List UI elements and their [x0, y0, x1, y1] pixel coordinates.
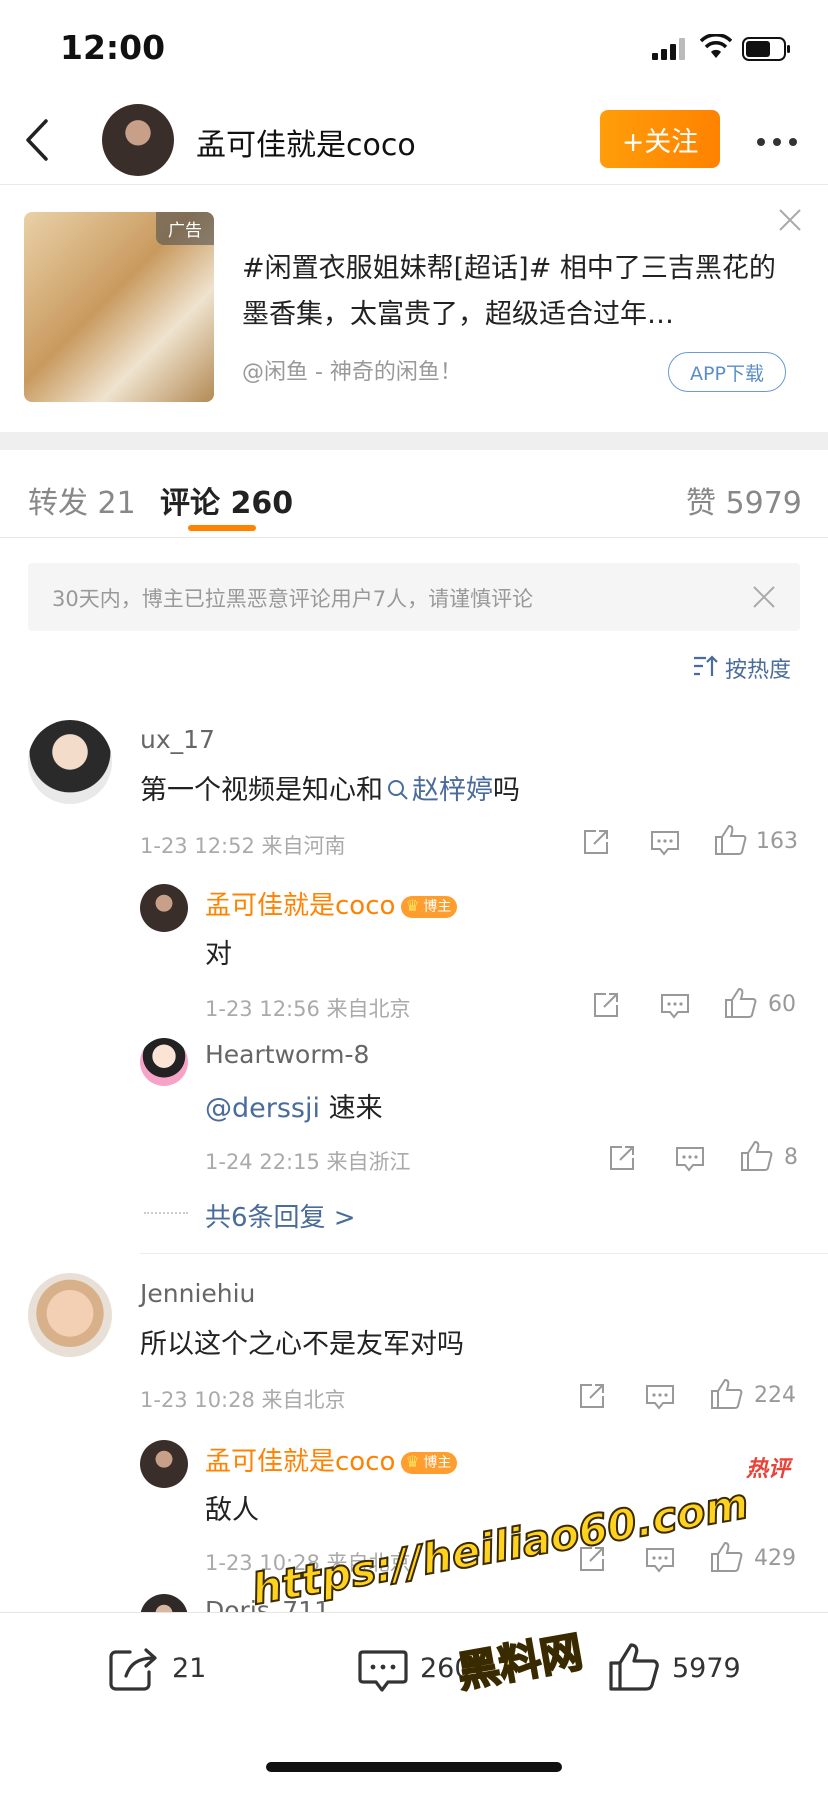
- close-notice-icon[interactable]: [752, 585, 776, 609]
- ad-tag: 广告: [156, 212, 214, 245]
- share-icon[interactable]: [582, 828, 610, 856]
- comment-text-part: 第一个视频是知心和: [140, 775, 383, 806]
- comment-username[interactable]: Jenniehiu: [140, 1279, 255, 1308]
- profile-name[interactable]: 孟可佳就是coco: [196, 120, 416, 164]
- like-count: 224: [754, 1383, 796, 1408]
- comment-text: 第一个视频是知心和 赵梓婷吗: [140, 768, 520, 807]
- reply-text: @derssji 速来: [205, 1086, 383, 1125]
- profile-avatar[interactable]: [102, 104, 174, 176]
- share-icon[interactable]: [578, 1382, 606, 1410]
- like-total[interactable]: 5979: [672, 1653, 741, 1684]
- avatar[interactable]: [28, 1273, 112, 1357]
- like-count: 60: [768, 992, 796, 1017]
- avatar[interactable]: [140, 1440, 188, 1488]
- like-icon[interactable]: [608, 1642, 660, 1692]
- like-icon[interactable]: [740, 1140, 774, 1172]
- back-icon[interactable]: [24, 118, 50, 162]
- signal-icon: [652, 38, 688, 60]
- repost-count[interactable]: 21: [172, 1653, 206, 1684]
- share-icon[interactable]: [592, 991, 620, 1019]
- like-icon[interactable]: [724, 987, 758, 1019]
- home-indicator[interactable]: [266, 1762, 562, 1772]
- comment-username[interactable]: ux_17: [140, 725, 215, 754]
- comment-meta: 1-23 10:28 来自北京: [140, 1388, 346, 1412]
- reply-username-text[interactable]: 孟可佳就是coco: [205, 891, 395, 921]
- ad-text[interactable]: #闲置衣服姐妹帮[超话]# 相中了三吉黑花的墨香集，太富贵了，超级适合过年…: [242, 246, 787, 338]
- reply-meta: 1-23 12:56 来自北京: [205, 997, 411, 1021]
- mention-link[interactable]: @derssji: [205, 1093, 320, 1124]
- reply-icon[interactable]: [660, 993, 690, 1019]
- section-separator: [0, 432, 828, 450]
- reply-username[interactable]: Heartworm-8: [205, 1040, 369, 1069]
- avatar[interactable]: [140, 884, 188, 932]
- reply-meta: 1-24 22:15 来自浙江: [205, 1150, 411, 1174]
- like-count: 429: [754, 1546, 796, 1571]
- tab-divider: [0, 537, 828, 538]
- comment-text-part: 吗: [493, 775, 520, 806]
- share-icon[interactable]: [608, 1144, 636, 1172]
- reply-text-part: 速来: [320, 1093, 383, 1124]
- comment-meta: 1-23 12:52 来自河南: [140, 834, 346, 858]
- reply-username[interactable]: 孟可佳就是coco 博主: [205, 1441, 458, 1478]
- tab-repost[interactable]: 转发 21: [28, 478, 136, 522]
- like-icon[interactable]: [710, 1378, 744, 1410]
- blacklist-notice: 30天内，博主已拉黑恶意评论用户7人，请谨慎评论: [28, 563, 800, 631]
- app-download-button[interactable]: APP下载: [668, 352, 786, 392]
- author-badge: 博主: [401, 895, 458, 918]
- like-icon[interactable]: [710, 1541, 744, 1573]
- reply-icon[interactable]: [645, 1547, 675, 1573]
- reply-icon[interactable]: [645, 1384, 675, 1410]
- hot-comment-tag: 热评: [746, 1457, 791, 1482]
- repost-icon[interactable]: [108, 1646, 160, 1692]
- reply-username-text[interactable]: 孟可佳就是coco: [205, 1447, 395, 1477]
- header-divider: [0, 184, 828, 185]
- close-ad-icon[interactable]: [778, 208, 802, 232]
- dotted-divider: [144, 1212, 188, 1214]
- tab-likes[interactable]: 赞 5979: [686, 478, 802, 522]
- comment-text: 所以这个之心不是友军对吗: [140, 1329, 464, 1360]
- more-replies-link[interactable]: 共6条回复 >: [205, 1197, 356, 1234]
- like-count: 163: [756, 829, 798, 854]
- reply-text: 对: [205, 939, 232, 970]
- more-icon[interactable]: [752, 128, 802, 156]
- active-tab-indicator: [188, 525, 256, 531]
- wifi-icon: [700, 34, 732, 60]
- tab-comments[interactable]: 评论 260: [160, 478, 293, 522]
- author-badge: 博主: [401, 1451, 458, 1474]
- avatar[interactable]: [140, 1038, 188, 1086]
- avatar[interactable]: [28, 720, 112, 804]
- topic-link-text[interactable]: 赵梓婷: [412, 775, 493, 806]
- battery-icon: [742, 37, 792, 61]
- follow-button[interactable]: +关注: [600, 110, 720, 168]
- ad-source[interactable]: @闲鱼 - 神奇的闲鱼！: [242, 354, 462, 386]
- like-count: 8: [784, 1145, 798, 1170]
- sort-label[interactable]: 按热度: [725, 652, 791, 684]
- sort-icon[interactable]: [692, 654, 718, 678]
- comment-divider: [140, 1253, 828, 1254]
- comment-icon[interactable]: [358, 1648, 408, 1694]
- notice-text: 30天内，博主已拉黑恶意评论用户7人，请谨慎评论: [52, 587, 534, 611]
- search-icon: [388, 780, 408, 800]
- reply-username[interactable]: 孟可佳就是coco 博主: [205, 885, 458, 922]
- topic-link[interactable]: 赵梓婷: [383, 775, 493, 806]
- reply-icon[interactable]: [675, 1146, 705, 1172]
- like-icon[interactable]: [714, 824, 748, 856]
- reply-text: 敌人: [205, 1495, 259, 1526]
- reply-icon[interactable]: [650, 830, 680, 856]
- status-time: 12:00: [60, 28, 166, 67]
- ad-image[interactable]: 广告: [24, 212, 214, 402]
